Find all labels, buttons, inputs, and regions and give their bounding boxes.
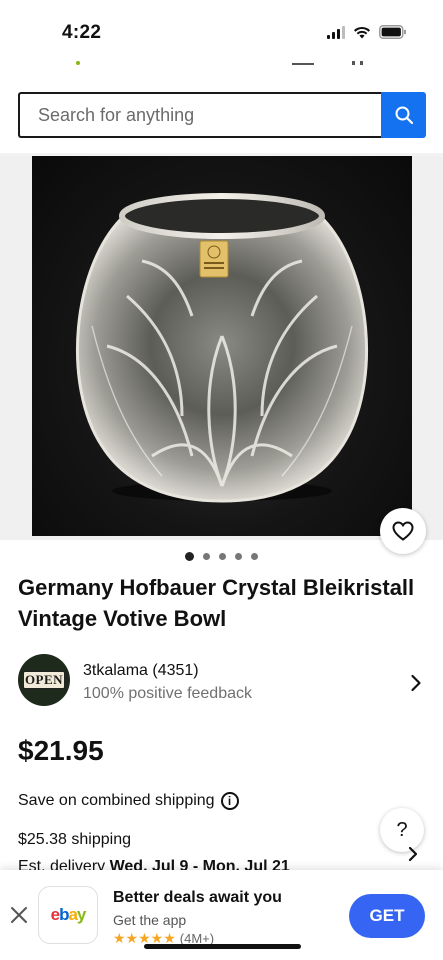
crystal-bowl-image xyxy=(75,193,369,503)
search-bar xyxy=(18,92,426,138)
chevron-right-icon xyxy=(408,846,418,862)
heart-icon xyxy=(392,521,414,541)
chevron-right-icon xyxy=(411,674,421,692)
pagination-dot[interactable] xyxy=(235,553,242,560)
combined-shipping-label: Save on combined shipping xyxy=(18,792,215,809)
banner-title: Better deals await you xyxy=(113,889,282,906)
open-sign-image: OPEN xyxy=(23,671,65,689)
watch-button[interactable] xyxy=(380,508,426,554)
home-indicator xyxy=(144,944,301,949)
status-time: 4:22 xyxy=(62,22,102,43)
listing-title: Germany Hofbauer Crystal Bleikristall Vi… xyxy=(18,575,415,631)
cart-icon-peek xyxy=(352,60,366,66)
header-icon-peek xyxy=(292,60,314,66)
image-gallery[interactable] xyxy=(0,156,443,554)
pagination-dot[interactable] xyxy=(203,553,210,560)
battery-icon xyxy=(379,25,406,39)
ebay-app-logo: ebay xyxy=(38,886,98,944)
pagination-dot[interactable] xyxy=(185,552,194,561)
wifi-icon xyxy=(354,26,370,38)
search-input[interactable] xyxy=(38,94,368,136)
seller-name: 3tkalama (4351) xyxy=(83,662,199,679)
header-logo-peek xyxy=(76,60,82,66)
seller-info[interactable]: OPEN 3tkalama (4351) 100% positive feedb… xyxy=(18,654,428,710)
search-button[interactable] xyxy=(381,92,426,138)
get-app-button[interactable]: GET xyxy=(349,894,425,938)
image-pagination xyxy=(0,552,443,561)
pagination-dot[interactable] xyxy=(251,553,258,560)
pagination-dot[interactable] xyxy=(219,553,226,560)
banner-subtitle: Get the app xyxy=(113,912,187,928)
status-icons xyxy=(327,25,407,39)
seller-feedback: 100% positive feedback xyxy=(83,685,252,702)
cellular-signal-icon xyxy=(327,25,345,39)
info-icon[interactable]: i xyxy=(220,792,239,810)
search-icon xyxy=(395,106,413,125)
close-icon[interactable] xyxy=(10,906,28,924)
price: $21.95 xyxy=(18,735,104,766)
search-box xyxy=(18,92,382,138)
combined-shipping: Save on combined shipping i xyxy=(18,790,239,812)
product-photo[interactable] xyxy=(32,156,412,536)
status-bar: 4:22 xyxy=(0,0,443,62)
shipping-cost: $25.38 shipping xyxy=(18,831,131,848)
seller-avatar: OPEN xyxy=(18,654,70,706)
